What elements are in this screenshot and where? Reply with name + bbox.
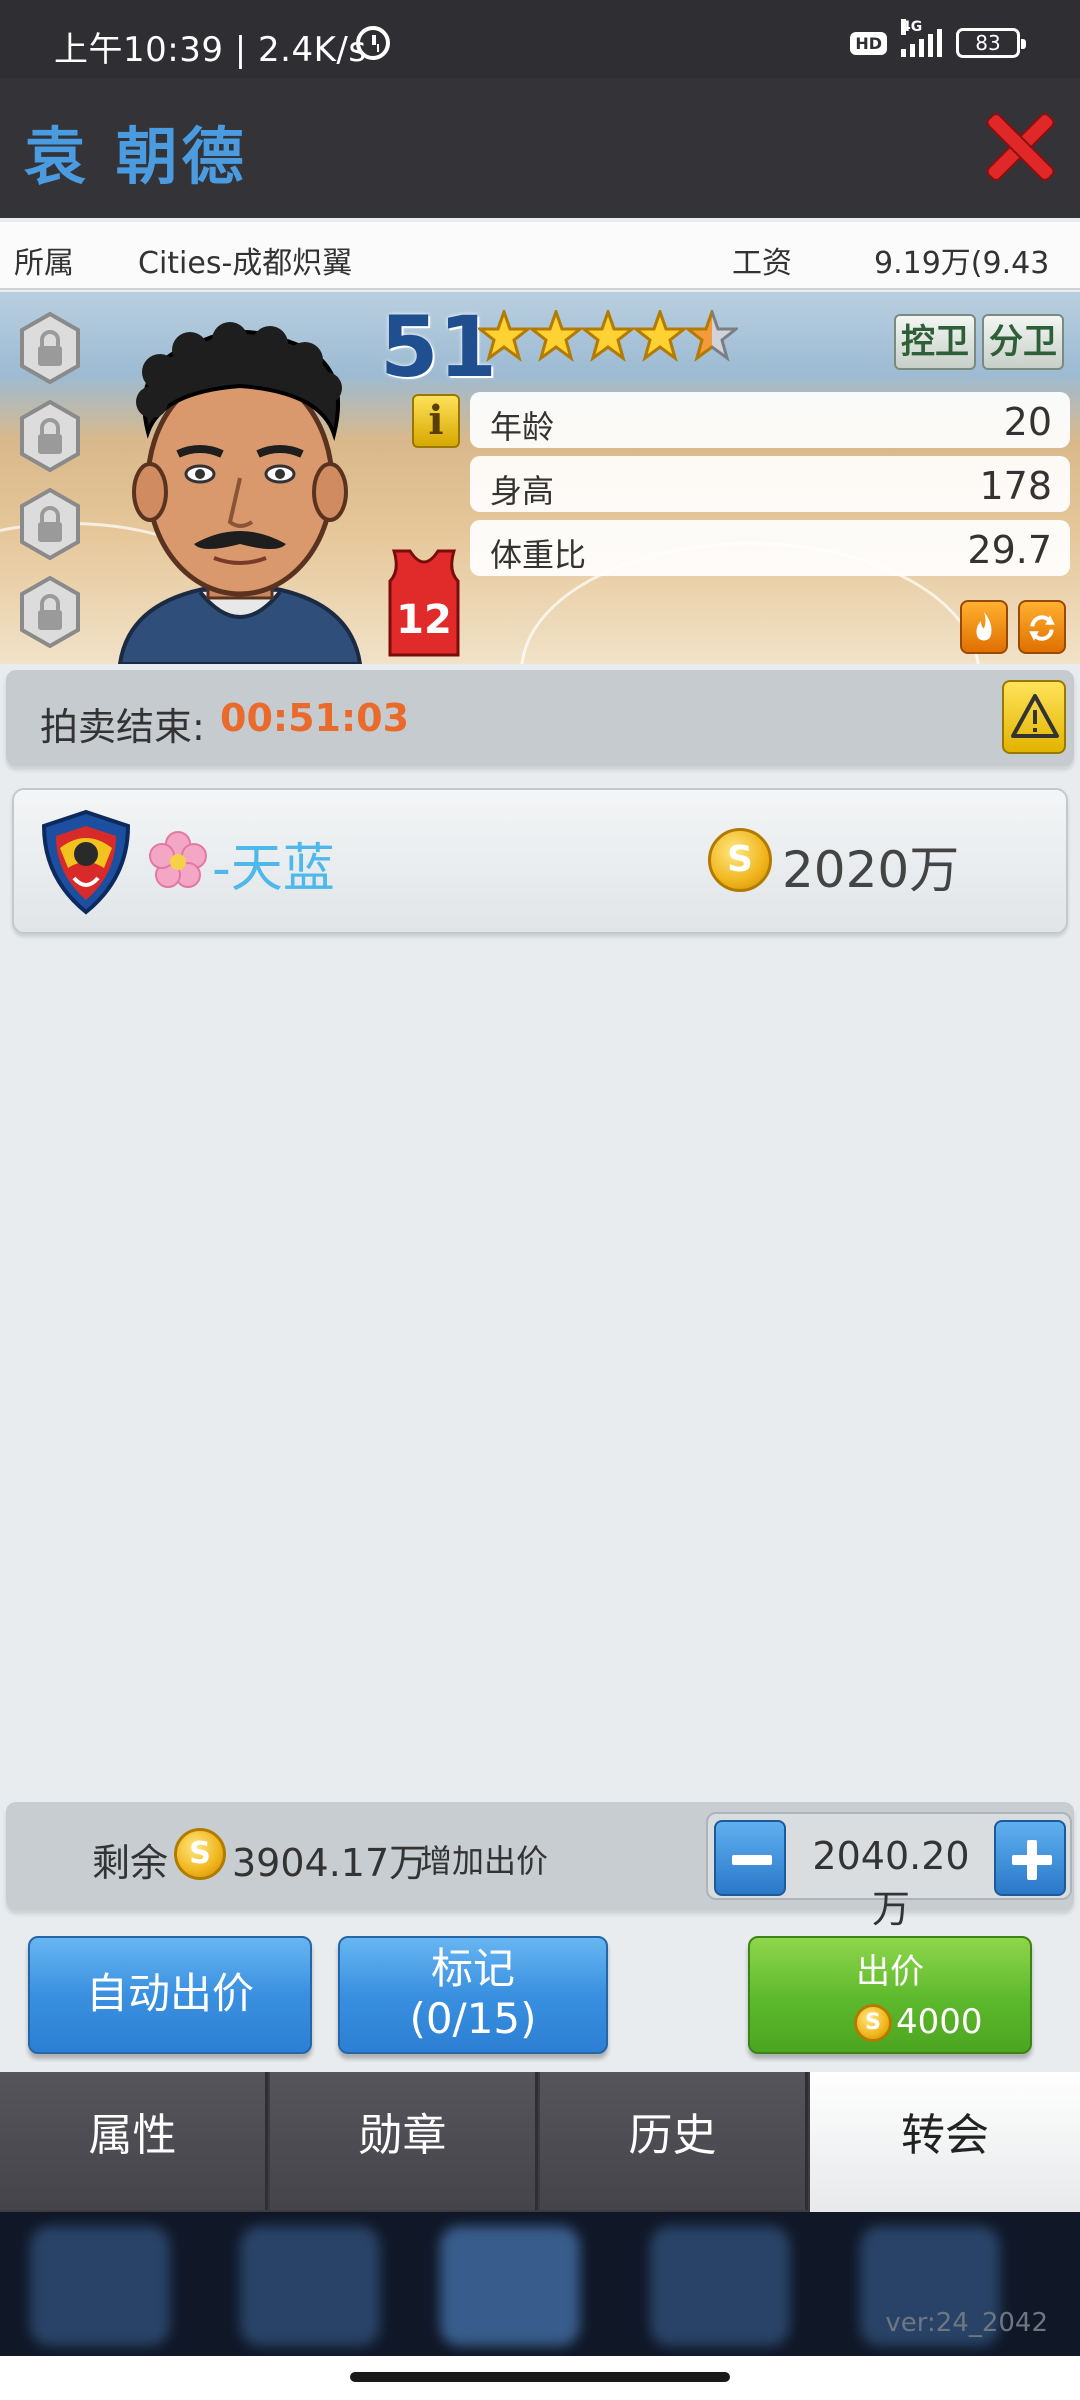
auto-bid-button[interactable]: 自动出价 xyxy=(28,1936,312,2054)
tab-history[interactable]: 历史 xyxy=(540,2072,808,2210)
bid-list-item: -天蓝 S 2020万 xyxy=(12,788,1068,934)
auto-bid-label: 自动出价 xyxy=(85,1969,254,2018)
star-full-icon xyxy=(530,310,582,362)
close-icon[interactable] xyxy=(984,112,1054,182)
mark-count: (0/15) xyxy=(409,1994,537,2043)
flower-icon xyxy=(148,830,208,890)
lock-icon[interactable] xyxy=(18,311,82,385)
team-crest-icon xyxy=(38,808,134,916)
tab-medals[interactable]: 勋章 xyxy=(270,2072,538,2210)
position-badge-pg: 控卫 xyxy=(894,314,976,370)
star-rating xyxy=(478,310,738,362)
stat-age: 年龄 20 xyxy=(470,392,1070,448)
player-card: 12 51 控卫 分卫 i 年龄 20 身高 178 体重比 29.7 xyxy=(0,292,1080,664)
bid-controls: 剩余 S 3904.17万 增加出价 2040.20万 xyxy=(6,1802,1074,1931)
stat-value: 29.7 xyxy=(967,528,1052,572)
player-info-row: 所属 Cities-成都炽翼 工资 9.19万(9.43万) xyxy=(0,222,1080,325)
bid-button[interactable]: 出价 S 4000 xyxy=(748,1936,1032,2054)
tab-transfer[interactable]: 转会 xyxy=(810,2072,1080,2212)
bid-amount-stepper: 2040.20万 xyxy=(706,1812,1072,1931)
status-bar: 上午10:39 | 2.4K/s HD 4G 83 xyxy=(0,0,1080,78)
tab-bar: 属性 勋章 历史 转会 xyxy=(0,2072,1080,2212)
info-icon[interactable]: i xyxy=(412,394,460,448)
version-label: ver:24_2042 xyxy=(885,2308,1048,2338)
mark-button[interactable]: 标记 (0/15) xyxy=(338,1936,608,2054)
auction-bar: 拍卖结束: 00:51:03 xyxy=(6,670,1074,766)
increase-bid-label: 增加出价 xyxy=(420,1842,549,1880)
bid-amount: 2020万 xyxy=(782,841,960,899)
bidder-name: -天蓝 xyxy=(212,839,335,899)
stat-label: 体重比 xyxy=(490,536,587,574)
stat-label: 年龄 xyxy=(490,408,555,446)
increase-bid-button[interactable] xyxy=(994,1820,1066,1896)
home-indicator[interactable] xyxy=(350,2372,730,2382)
stat-weight-ratio: 体重比 29.7 xyxy=(470,520,1070,576)
mark-label: 标记 xyxy=(430,1944,515,1993)
gesture-bar xyxy=(0,2356,1080,2400)
warning-icon[interactable] xyxy=(1002,680,1066,754)
auction-countdown: 00:51:03 xyxy=(220,696,410,740)
coin-icon: S xyxy=(174,1828,226,1880)
refresh-icon[interactable] xyxy=(1018,600,1066,654)
lock-icon[interactable] xyxy=(18,575,82,649)
decrease-bid-button[interactable] xyxy=(714,1820,786,1896)
jersey-number: 12 xyxy=(396,597,452,643)
jersey-icon: 12 xyxy=(386,547,462,659)
stat-value: 20 xyxy=(1003,400,1052,444)
signal-icon: 4G xyxy=(901,19,942,57)
star-full-icon xyxy=(582,310,634,362)
stat-label: 身高 xyxy=(490,472,555,510)
alarm-icon xyxy=(356,26,390,60)
star-full-icon xyxy=(478,310,530,362)
coin-icon: S xyxy=(708,828,772,892)
battery-icon: 83 xyxy=(956,28,1026,58)
hd-icon: HD xyxy=(850,31,887,55)
remaining-label: 剩余 xyxy=(92,1841,169,1885)
tab-attributes[interactable]: 属性 xyxy=(0,2072,268,2210)
star-full-icon xyxy=(634,310,686,362)
star-half-icon xyxy=(686,310,738,362)
position-badge-sg: 分卫 xyxy=(982,314,1064,370)
player-name: 袁 朝德 xyxy=(24,120,248,193)
stat-value: 178 xyxy=(979,464,1052,508)
lock-icon[interactable] xyxy=(18,487,82,561)
game-bottom-nav: ver:24_2042 xyxy=(0,2212,1080,2356)
title-bar: 袁 朝德 xyxy=(0,78,1080,218)
team-label: 所属 xyxy=(14,246,74,281)
status-time: 上午10:39 | 2.4K/s xyxy=(54,30,367,70)
team-value: Cities-成都炽翼 xyxy=(138,246,353,281)
salary-label: 工资 xyxy=(732,246,792,281)
fire-icon[interactable] xyxy=(960,600,1008,654)
status-icons: HD 4G 83 xyxy=(850,19,1026,60)
coin-icon: S xyxy=(854,2004,892,2042)
auction-end-label: 拍卖结束: xyxy=(40,705,205,749)
bid-amount-value: 2040.20万 xyxy=(812,1834,970,1931)
network-type: 4G xyxy=(901,19,923,35)
player-avatar xyxy=(90,322,390,664)
battery-level: 83 xyxy=(975,31,1001,55)
lock-icon[interactable] xyxy=(18,399,82,473)
bid-button-label: 出价 xyxy=(856,1952,924,1992)
bid-cost: 4000 xyxy=(896,2002,983,2042)
stat-height: 身高 178 xyxy=(470,456,1070,512)
remaining-value: 3904.17万 xyxy=(232,1841,428,1885)
